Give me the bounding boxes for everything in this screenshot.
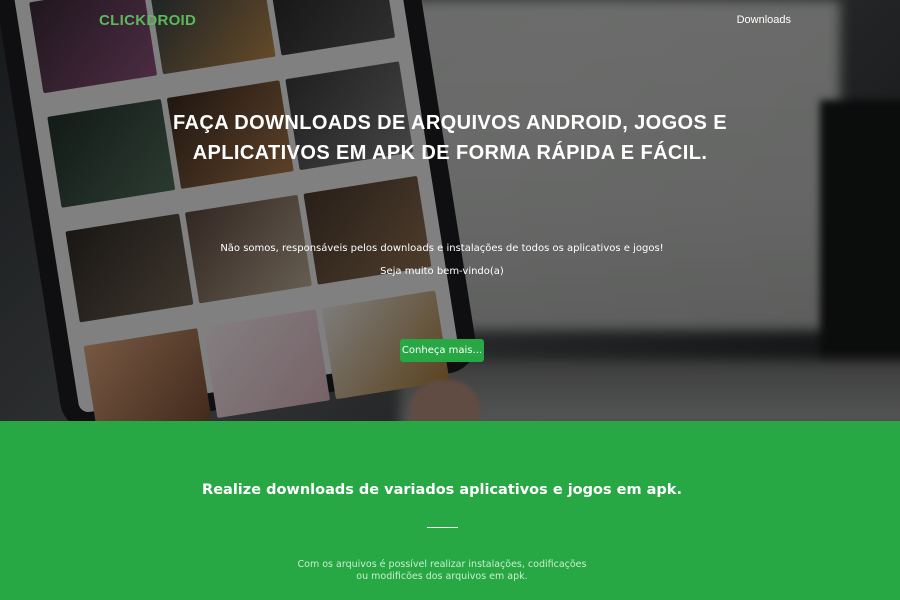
- about-title: Realize downloads de variados aplicativo…: [202, 482, 682, 498]
- brand-logo[interactable]: CLICKDROID: [99, 12, 196, 29]
- hero-disclaimer: Não somos, responsáveis pelos downloads …: [220, 243, 664, 254]
- about-text: Com os arquivos é possível realizar inst…: [250, 559, 634, 583]
- headline-line-1: FAÇA DOWNLOADS DE ARQUIVOS ANDROID, JOGO…: [173, 112, 727, 134]
- section-divider: [427, 527, 458, 528]
- learn-more-button[interactable]: Conheça mais...: [400, 339, 484, 362]
- nav-link-downloads[interactable]: Downloads: [737, 14, 791, 26]
- hero-headline: FAÇA DOWNLOADS DE ARQUIVOS ANDROID, JOGO…: [150, 108, 750, 168]
- about-text-line-2: ou modificões dos arquivos em apk.: [356, 571, 528, 582]
- hero-section: CLICKDROID Downloads FAÇA DOWNLOADS DE A…: [0, 0, 900, 421]
- about-section: Realize downloads de variados aplicativo…: [0, 421, 900, 600]
- about-text-line-1: Com os arquivos é possível realizar inst…: [297, 559, 587, 570]
- headline-line-2: APLICATIVOS EM APK DE FORMA RÁPIDA E FÁC…: [192, 142, 708, 164]
- hero-welcome: Seja muito bem-vindo(a): [380, 266, 504, 277]
